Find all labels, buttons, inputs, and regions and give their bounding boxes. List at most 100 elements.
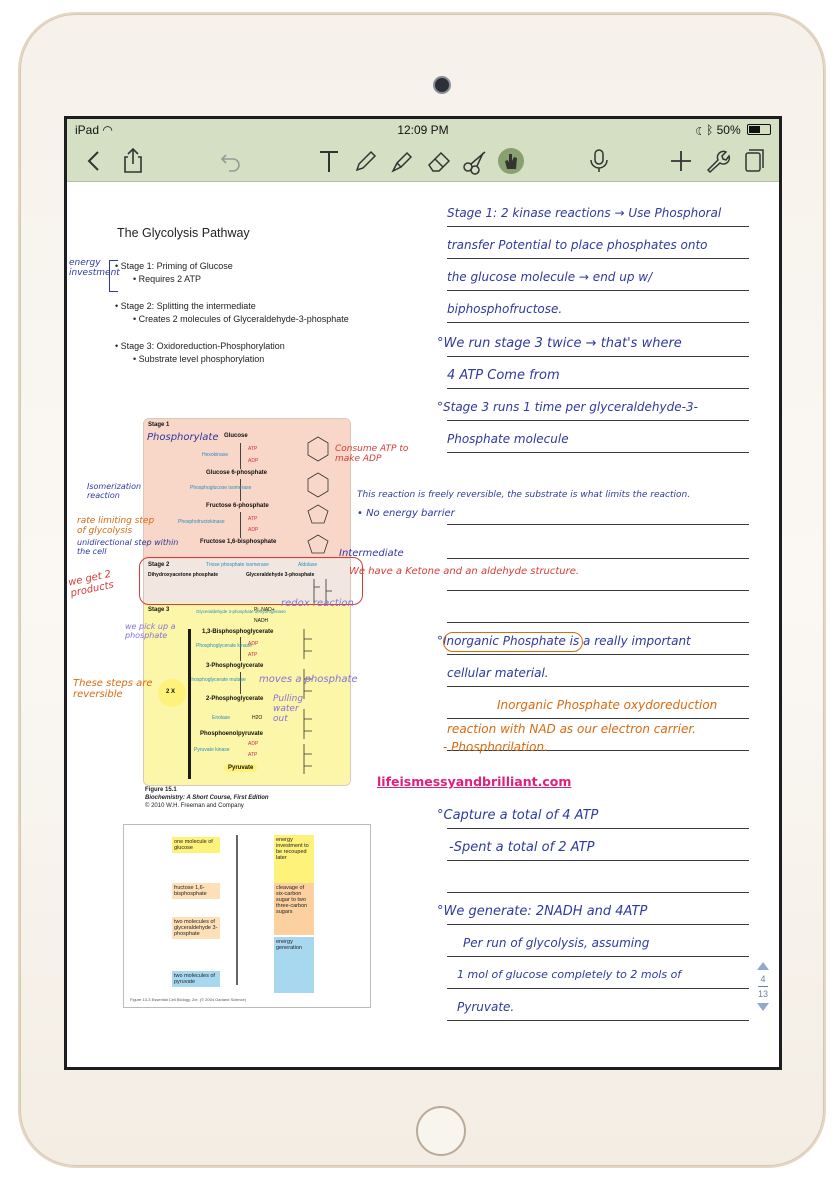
- note-line: Inorganic Phosphate oxydoreduction: [497, 698, 718, 712]
- fig-pyruvate: Pyruvate: [224, 764, 258, 772]
- rule-line: [447, 860, 749, 861]
- rule-line: [447, 686, 749, 687]
- fig-adp: ADP: [248, 458, 259, 464]
- rule-line: [447, 290, 749, 291]
- rule-line: [447, 558, 749, 559]
- fig-atp: ATP: [248, 752, 258, 758]
- rule-line: [447, 420, 749, 421]
- rule-line: [447, 226, 749, 227]
- annot-we-get-2: we get 2 products: [67, 568, 115, 600]
- note-line: °We run stage 3 twice → that's where: [437, 336, 682, 351]
- fig-pep: Phosphoenolpyruvate: [200, 731, 264, 737]
- fig-bracket: [188, 629, 191, 779]
- wrench-icon[interactable]: [701, 145, 733, 177]
- bluetooth-icon: ᛒ: [706, 123, 714, 137]
- fig-arrow: [240, 637, 241, 661]
- share-icon[interactable]: [117, 145, 149, 177]
- rule-line: [447, 654, 749, 655]
- microphone-icon[interactable]: [583, 145, 615, 177]
- stage2-bullet: Stage 2: Splitting the intermediate: [120, 301, 256, 311]
- pages-icon[interactable]: [737, 145, 769, 177]
- rule-line: [447, 1020, 749, 1021]
- figure1-caption: Figure 15.1 Biochemistry: A Short Course…: [145, 786, 269, 810]
- fig2-two-gap: two molecules of glyceraldehyde 3-phosph…: [172, 917, 220, 939]
- undo-icon[interactable]: [215, 145, 247, 177]
- home-button[interactable]: [416, 1106, 466, 1156]
- status-right: ☾ ᛒ 50%: [696, 123, 771, 137]
- note-line: Stage 1: 2 kinase reactions → Use Phosph…: [447, 206, 722, 220]
- note-line: 4 ATP Come from: [447, 368, 560, 383]
- rule-line: [447, 924, 749, 925]
- fig-pfk: Phosphofructokinase: [178, 519, 225, 525]
- annot-phosphorylate: Phosphorylate: [147, 432, 219, 443]
- annot-pick-phosphate: we pick up a phosphate: [125, 622, 176, 640]
- fig-pk: Pyruvate kinase: [194, 747, 230, 753]
- rule-line: [447, 718, 749, 719]
- slide-bullets: • Stage 1: Priming of Glucose • Requires…: [115, 261, 349, 364]
- note-line: biphosphofructose.: [447, 302, 563, 316]
- fig-pgk: Phosphoglycerate kinase: [196, 643, 252, 649]
- battery-percent: 50%: [716, 123, 741, 137]
- text-tool-icon[interactable]: [313, 145, 345, 177]
- annot-steps-reversible: These steps are reversible: [73, 678, 153, 700]
- note-line: cellular material.: [447, 666, 549, 680]
- page-down-icon[interactable]: [757, 1003, 769, 1011]
- note-line: the glucose molecule → end up w/: [447, 270, 653, 284]
- page-up-icon[interactable]: [757, 962, 769, 970]
- annot-pulling-water: Pulling water out: [273, 694, 304, 724]
- plus-icon[interactable]: [665, 145, 697, 177]
- page-indicator[interactable]: 4 13: [753, 962, 773, 1011]
- rule-line: [447, 388, 749, 389]
- note-line: transfer Potential to place phosphates o…: [447, 238, 708, 252]
- watermark-link[interactable]: lifeismessyandbrilliant.com: [377, 774, 571, 789]
- annot-consume-atp: Consume ATP to make ADP: [335, 444, 409, 464]
- fig2-pathway: [236, 835, 238, 985]
- fig-pg3: 3-Phosphoglycerate: [206, 663, 264, 669]
- rule-line: [447, 988, 749, 989]
- annot-moves-phosphate: moves a phosphate: [259, 674, 358, 685]
- fig-enolase: Enolase: [212, 715, 231, 721]
- caption-book: Biochemistry: A Short Course, First Edit…: [145, 795, 269, 801]
- hand-icon[interactable]: [495, 145, 527, 177]
- note-line: - Phosphorilation.: [443, 740, 548, 754]
- rule-line: [447, 828, 749, 829]
- notebook-page[interactable]: The Glycolysis Pathway • Stage 1: Primin…: [67, 182, 779, 1067]
- fig-pi-nad: Pi, NAD+: [254, 607, 275, 613]
- rule-line: [447, 590, 749, 591]
- stage3-bullet: Stage 3: Oxidoreduction-Phosphorylation: [120, 341, 285, 351]
- back-chevron-icon[interactable]: [79, 145, 111, 177]
- fig-g6p: Glucose 6-phosphate: [206, 470, 268, 476]
- stage2-sub: Creates 2 molecules of Glyceraldehyde-3-…: [138, 314, 349, 324]
- note-line: Pyruvate.: [457, 1000, 515, 1014]
- toolbar: [67, 141, 779, 182]
- clock: 12:09 PM: [397, 123, 449, 137]
- fig2-cleavage: cleavage of six-carbon sugar to two thre…: [274, 883, 314, 935]
- scissors-icon[interactable]: [459, 145, 491, 177]
- highlighter-icon[interactable]: [385, 145, 417, 177]
- note-line: Phosphate molecule: [447, 432, 569, 446]
- annot-bracket: [109, 260, 118, 292]
- annot-ketone: We have a Ketone and an aldehyde structu…: [349, 566, 580, 577]
- note-line: Per run of glycolysis, assuming: [463, 936, 650, 950]
- annot-isomerization: Isomerization reaction: [87, 482, 142, 500]
- eraser-icon[interactable]: [423, 145, 455, 177]
- rule-line: [447, 356, 749, 357]
- fig-stage1: Stage 1: [148, 422, 170, 428]
- stage1-bullet: Stage 1: Priming of Glucose: [120, 261, 233, 271]
- stage1-sub: Requires 2 ATP: [138, 274, 202, 284]
- screen: iPad ◠ 12:09 PM ☾ ᛒ 50% The Glycolysis P…: [64, 116, 782, 1070]
- rule-line: [447, 452, 749, 453]
- pen-icon[interactable]: [349, 145, 381, 177]
- fig-nadh: NADH: [254, 618, 269, 624]
- fig2-glucose: one molecule of glucose: [172, 837, 220, 853]
- battery-icon: [747, 124, 771, 135]
- glycolysis-summary-figure: one molecule of glucose energy investmen…: [123, 824, 371, 1008]
- stage3-sub: Substrate level phosphorylation: [138, 354, 265, 364]
- rule-line: [447, 892, 749, 893]
- fig-adp: ADP: [248, 741, 259, 747]
- fig-arrow: [240, 672, 241, 694]
- fig-atp: ATP: [248, 652, 258, 658]
- fig-pg2: 2-Phosphoglycerate: [206, 696, 264, 702]
- moon-icon: ☾: [695, 123, 703, 137]
- note-line: -Spent a total of 2 ATP: [449, 840, 595, 855]
